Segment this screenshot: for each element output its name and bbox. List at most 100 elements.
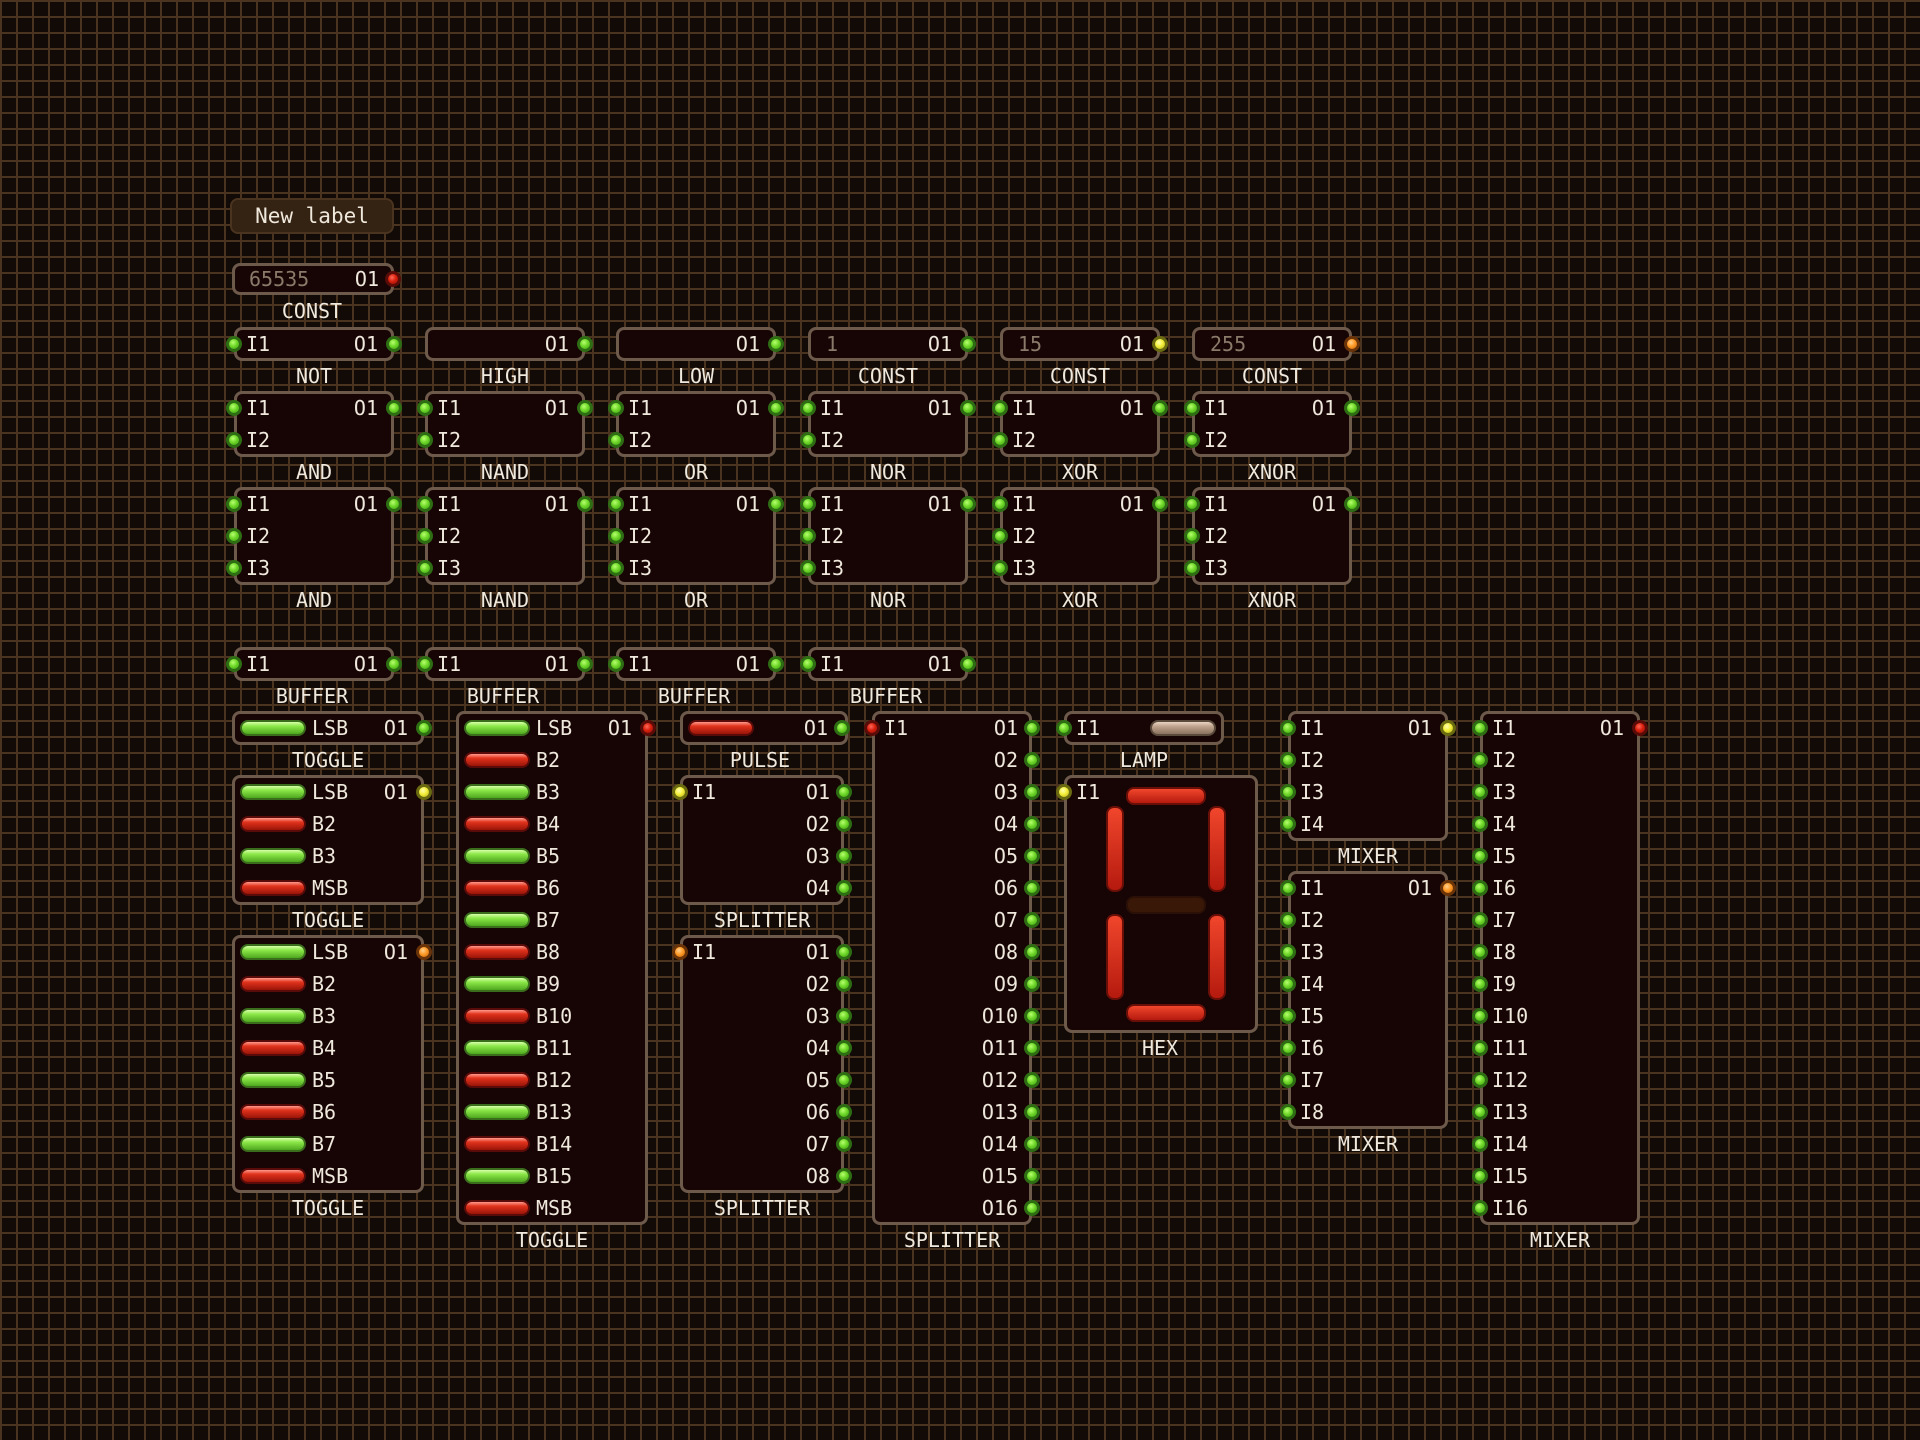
input-pin-icon[interactable] xyxy=(1472,784,1488,800)
output-pin-icon[interactable] xyxy=(1152,400,1168,416)
input-pin-icon[interactable] xyxy=(226,496,242,512)
input-pin-icon[interactable] xyxy=(800,432,816,448)
output-pin-icon[interactable] xyxy=(1024,944,1040,960)
output-pin-icon[interactable] xyxy=(386,496,402,512)
input-pin-icon[interactable] xyxy=(864,720,880,736)
output-pin-icon[interactable] xyxy=(836,976,852,992)
input-pin-icon[interactable] xyxy=(1472,1168,1488,1184)
toggle-switch[interactable] xyxy=(240,1008,306,1024)
output-pin-icon[interactable] xyxy=(960,400,976,416)
input-pin-icon[interactable] xyxy=(226,560,242,576)
toggle-switch[interactable] xyxy=(464,880,530,896)
input-pin-icon[interactable] xyxy=(1280,1040,1296,1056)
input-pin-icon[interactable] xyxy=(226,528,242,544)
output-pin-icon[interactable] xyxy=(1344,400,1360,416)
text-label[interactable]: New label xyxy=(230,198,394,234)
input-pin-icon[interactable] xyxy=(992,432,1008,448)
input-pin-icon[interactable] xyxy=(226,656,242,672)
toggle-switch[interactable] xyxy=(464,1136,530,1152)
input-pin-icon[interactable] xyxy=(672,944,688,960)
input-pin-icon[interactable] xyxy=(1472,752,1488,768)
input-pin-icon[interactable] xyxy=(1472,1104,1488,1120)
toggle-switch[interactable] xyxy=(240,1104,306,1120)
output-pin-icon[interactable] xyxy=(836,1136,852,1152)
output-pin-icon[interactable] xyxy=(577,656,593,672)
input-pin-icon[interactable] xyxy=(1184,560,1200,576)
input-pin-icon[interactable] xyxy=(1472,1136,1488,1152)
output-pin-icon[interactable] xyxy=(640,720,656,736)
input-pin-icon[interactable] xyxy=(1472,1200,1488,1216)
output-pin-icon[interactable] xyxy=(1440,720,1456,736)
output-pin-icon[interactable] xyxy=(577,336,593,352)
output-pin-icon[interactable] xyxy=(386,656,402,672)
output-pin-icon[interactable] xyxy=(577,400,593,416)
output-pin-icon[interactable] xyxy=(836,1008,852,1024)
input-pin-icon[interactable] xyxy=(1056,784,1072,800)
output-pin-icon[interactable] xyxy=(834,720,850,736)
input-pin-icon[interactable] xyxy=(417,432,433,448)
output-pin-icon[interactable] xyxy=(768,400,784,416)
input-pin-icon[interactable] xyxy=(672,784,688,800)
input-pin-icon[interactable] xyxy=(1280,880,1296,896)
toggle-switch[interactable] xyxy=(464,816,530,832)
output-pin-icon[interactable] xyxy=(960,656,976,672)
output-pin-icon[interactable] xyxy=(1152,496,1168,512)
input-pin-icon[interactable] xyxy=(1280,944,1296,960)
output-pin-icon[interactable] xyxy=(1024,1136,1040,1152)
output-pin-icon[interactable] xyxy=(416,720,432,736)
input-pin-icon[interactable] xyxy=(1472,880,1488,896)
output-pin-icon[interactable] xyxy=(1024,912,1040,928)
output-pin-icon[interactable] xyxy=(1024,1040,1040,1056)
input-pin-icon[interactable] xyxy=(800,496,816,512)
output-pin-icon[interactable] xyxy=(836,784,852,800)
input-pin-icon[interactable] xyxy=(1280,1072,1296,1088)
input-pin-icon[interactable] xyxy=(1472,848,1488,864)
output-pin-icon[interactable] xyxy=(1024,1072,1040,1088)
toggle-switch[interactable] xyxy=(464,784,530,800)
toggle-switch[interactable] xyxy=(464,848,530,864)
toggle-switch[interactable] xyxy=(240,816,306,832)
input-pin-icon[interactable] xyxy=(226,432,242,448)
input-pin-icon[interactable] xyxy=(1184,528,1200,544)
output-pin-icon[interactable] xyxy=(1024,1104,1040,1120)
circuit-canvas[interactable]: New label 65535 O1 CONST I1 O1 NOT O1 HIGH O1 LOW… xyxy=(0,0,1920,1440)
toggle-switch[interactable] xyxy=(240,1136,306,1152)
input-pin-icon[interactable] xyxy=(417,496,433,512)
input-pin-icon[interactable] xyxy=(608,432,624,448)
input-pin-icon[interactable] xyxy=(1472,944,1488,960)
output-pin-icon[interactable] xyxy=(1024,1008,1040,1024)
output-pin-icon[interactable] xyxy=(960,496,976,512)
output-pin-icon[interactable] xyxy=(1344,336,1360,352)
output-pin-icon[interactable] xyxy=(836,1040,852,1056)
input-pin-icon[interactable] xyxy=(417,560,433,576)
input-pin-icon[interactable] xyxy=(226,336,242,352)
output-pin-icon[interactable] xyxy=(836,1072,852,1088)
output-pin-icon[interactable] xyxy=(768,496,784,512)
output-pin-icon[interactable] xyxy=(836,848,852,864)
toggle-switch[interactable] xyxy=(240,784,306,800)
input-pin-icon[interactable] xyxy=(1280,912,1296,928)
output-pin-icon[interactable] xyxy=(386,400,402,416)
input-pin-icon[interactable] xyxy=(1280,784,1296,800)
toggle-switch[interactable] xyxy=(464,720,530,736)
toggle-switch[interactable] xyxy=(240,1168,306,1184)
toggle-switch[interactable] xyxy=(464,1200,530,1216)
toggle-switch[interactable] xyxy=(240,944,306,960)
output-pin-icon[interactable] xyxy=(385,271,401,287)
input-pin-icon[interactable] xyxy=(417,400,433,416)
input-pin-icon[interactable] xyxy=(226,400,242,416)
output-pin-icon[interactable] xyxy=(768,656,784,672)
toggle-switch[interactable] xyxy=(464,1072,530,1088)
input-pin-icon[interactable] xyxy=(1472,1072,1488,1088)
input-pin-icon[interactable] xyxy=(1472,976,1488,992)
input-pin-icon[interactable] xyxy=(1280,720,1296,736)
output-pin-icon[interactable] xyxy=(1024,816,1040,832)
toggle-switch[interactable] xyxy=(464,1168,530,1184)
input-pin-icon[interactable] xyxy=(1472,1040,1488,1056)
output-pin-icon[interactable] xyxy=(836,1168,852,1184)
toggle-switch[interactable] xyxy=(240,1072,306,1088)
input-pin-icon[interactable] xyxy=(1184,432,1200,448)
output-pin-icon[interactable] xyxy=(1632,720,1648,736)
input-pin-icon[interactable] xyxy=(1280,1104,1296,1120)
input-pin-icon[interactable] xyxy=(1280,976,1296,992)
